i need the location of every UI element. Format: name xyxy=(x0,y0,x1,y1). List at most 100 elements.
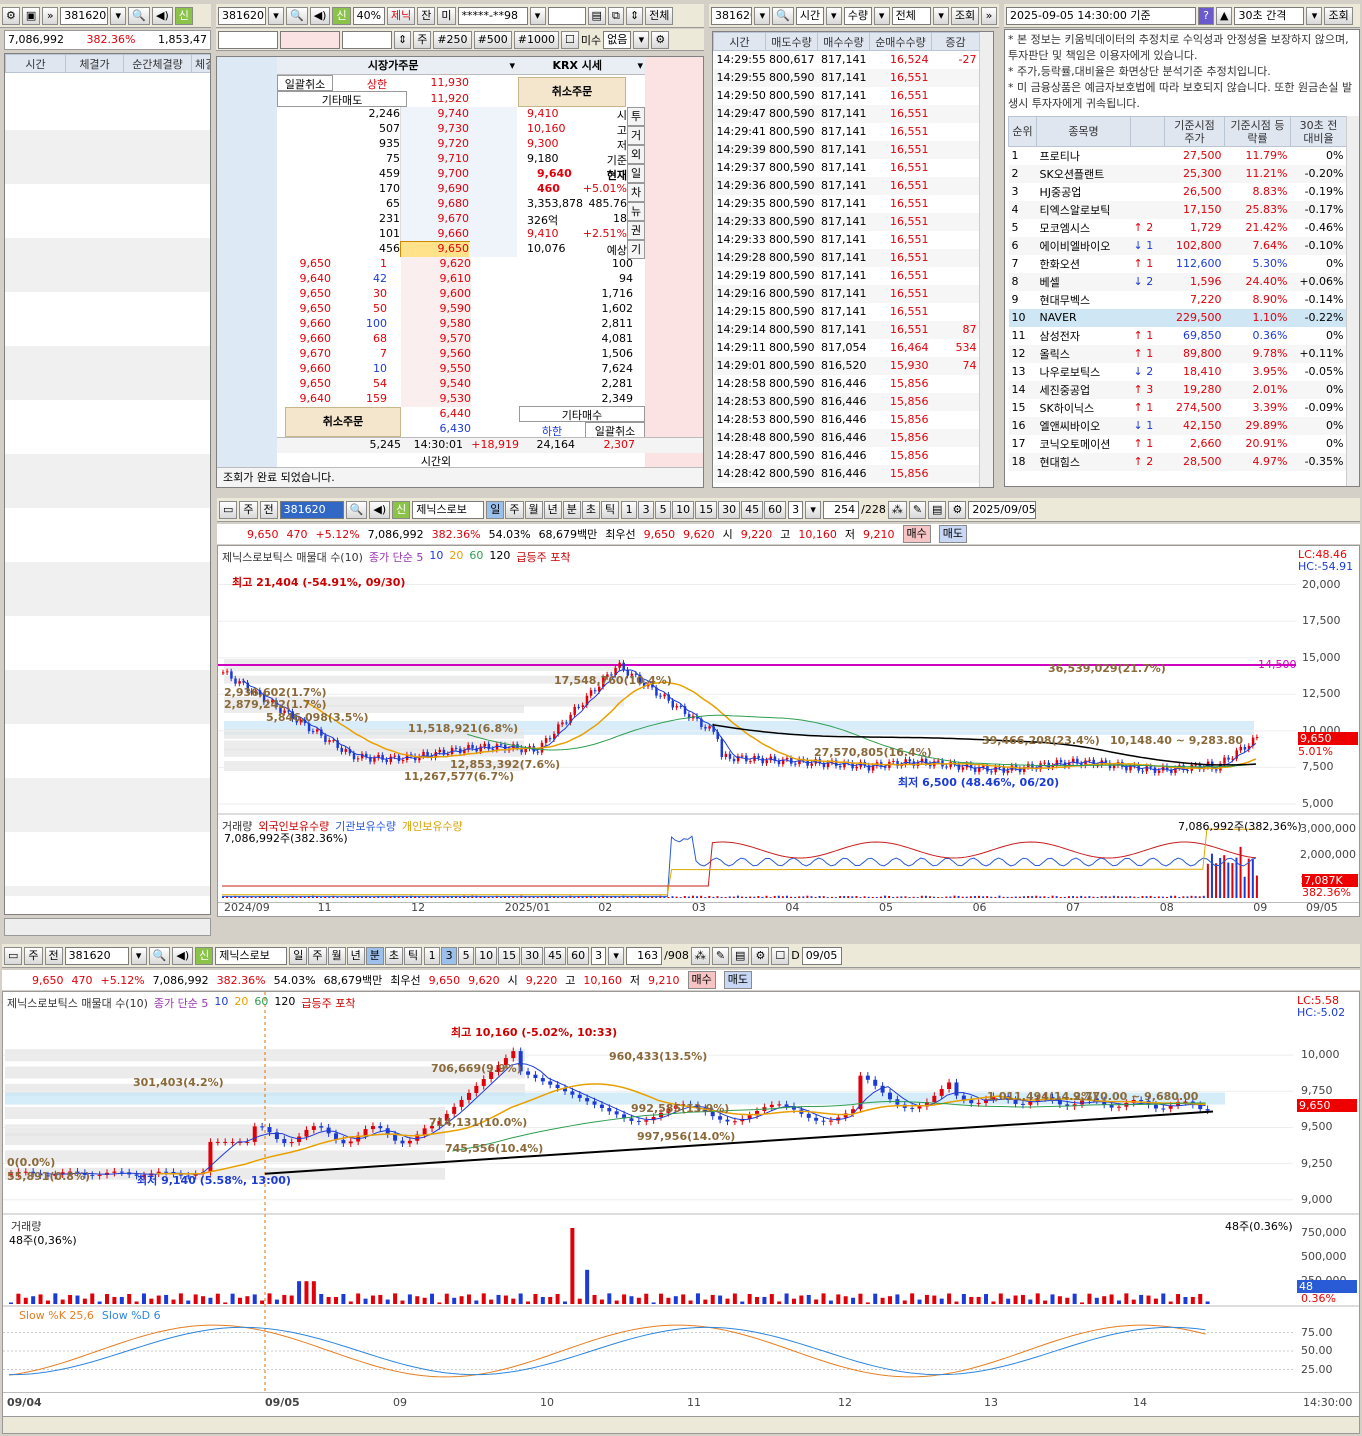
side-tab[interactable]: 일 xyxy=(627,164,645,183)
table-row[interactable]: 5 모코엠시스 ↑ 2 1,729 21.42% -0.46% xyxy=(1009,219,1347,237)
period-button[interactable]: 30 xyxy=(718,501,740,519)
balance-button[interactable]: 잔 xyxy=(417,7,435,25)
dropdown-icon[interactable]: ▾ xyxy=(826,7,842,25)
table-row[interactable]: 12 올릭스 ↑ 1 89,800 9.78% +0.11% xyxy=(1009,345,1347,363)
period-button[interactable]: 3 xyxy=(441,947,457,965)
table-row[interactable]: 14 세진중공업 ↑ 3 19,280 2.01% 0% xyxy=(1009,381,1347,399)
bid-price[interactable]: 9,560 xyxy=(401,347,471,362)
help-icon[interactable]: ? xyxy=(1198,7,1214,25)
dropdown-icon[interactable]: ▾ xyxy=(268,7,284,25)
legend-m20[interactable]: 20 xyxy=(234,995,248,1011)
period-button[interactable]: 일 xyxy=(289,947,307,965)
trades-vscrollbar[interactable] xyxy=(979,32,993,487)
period-button[interactable]: 초 xyxy=(385,947,403,965)
rank-col[interactable]: 30초 전 대비율 xyxy=(1291,117,1347,147)
period-button[interactable]: 월 xyxy=(525,501,543,519)
qty-input[interactable] xyxy=(218,31,278,49)
rank-col[interactable]: 종목명 xyxy=(1037,117,1131,147)
bid-row[interactable]: 9,570 4,081 xyxy=(401,332,643,347)
chart2-scrollbar[interactable] xyxy=(3,1416,1360,1434)
bid-price[interactable]: 9,540 xyxy=(401,377,471,392)
updown-icon[interactable]: ⇕ xyxy=(626,7,643,25)
krx-header[interactable]: KRX 시세 ▾ xyxy=(517,57,645,75)
ask-row[interactable]: 170 9,690 xyxy=(277,182,517,197)
table-row[interactable]: 14:29:14 800,590 817,141 16,551 87 xyxy=(714,321,980,339)
search-icon[interactable]: 🔍 xyxy=(346,501,368,519)
side-tab[interactable]: 투 xyxy=(627,107,645,126)
table-row[interactable]: 14:29:35 800,590 817,141 16,551 xyxy=(714,195,980,213)
table-row[interactable]: 14:29:33 800,590 817,141 16,551 xyxy=(714,213,980,231)
ask-row[interactable]: 75 9,710 xyxy=(277,152,517,167)
chart2-code-input[interactable]: 381620 xyxy=(65,947,129,965)
left-hscrollbar[interactable] xyxy=(4,918,211,936)
tool-icon[interactable]: ⁂ xyxy=(691,947,710,965)
stock-toggle[interactable]: 주 xyxy=(24,947,42,965)
table-row[interactable]: 14:29:01 800,590 816,520 15,930 74 xyxy=(714,357,980,375)
trades-col[interactable]: 매수수량 xyxy=(818,33,870,51)
rank-col[interactable]: 기준시점 주가 xyxy=(1165,117,1225,147)
stepper-icon[interactable]: ⇕ xyxy=(394,31,411,49)
qty-1000-button[interactable]: #1000 xyxy=(514,31,559,49)
gear-icon[interactable]: ⚙ xyxy=(751,947,769,965)
up-icon[interactable]: ▲ xyxy=(1216,7,1232,25)
table-row[interactable]: 17 코닉오토메이션 ↑ 1 2,660 20.91% 0% xyxy=(1009,435,1347,453)
search-icon[interactable]: 🔍 xyxy=(772,7,793,25)
table-row[interactable]: 7 한화오션 ↑ 1 112,600 5.30% 0% xyxy=(1009,255,1347,273)
table-row[interactable]: 9 현대무벡스 7,220 8.90% -0.14% xyxy=(1009,291,1347,309)
datetime-field[interactable]: 2025-09-05 14:30:00 기준 xyxy=(1006,7,1196,25)
cancel-order-button[interactable]: 취소주문 xyxy=(518,77,626,107)
dropdown-icon[interactable]: ▾ xyxy=(933,7,949,25)
legend-ma[interactable]: 종가 단순 5 xyxy=(154,995,208,1011)
ask-price[interactable]: 9,710 xyxy=(401,152,469,167)
bid-row[interactable]: 9,620 100 xyxy=(401,257,643,272)
ask-order-column[interactable] xyxy=(217,57,277,488)
bid-row[interactable]: 9,550 7,624 xyxy=(401,362,643,377)
buy-button[interactable]: 매수 xyxy=(903,525,931,543)
bid-row[interactable]: 9,560 1,506 xyxy=(401,347,643,362)
sound-icon[interactable]: ◀) xyxy=(369,501,390,519)
chart2-count-input[interactable]: 163 xyxy=(626,947,662,965)
period-button[interactable]: 60 xyxy=(567,947,589,965)
dropdown-icon[interactable]: ▾ xyxy=(633,31,649,49)
table-row[interactable]: 14:28:42 800,590 816,446 15,856 xyxy=(714,465,980,483)
legend-surge[interactable]: 급등주 포착 xyxy=(516,549,570,565)
period-button[interactable]: 60 xyxy=(764,501,786,519)
legend-m20[interactable]: 20 xyxy=(449,549,463,565)
col-time[interactable]: 시간 xyxy=(6,55,66,73)
cancel-order-button-2[interactable]: 취소주문 xyxy=(285,407,401,437)
bid-price[interactable]: 9,570 xyxy=(401,332,471,347)
unsettled-checkbox[interactable]: ☐ xyxy=(561,31,579,49)
interval-select[interactable]: 30초 간격 xyxy=(1234,7,1304,25)
trades-col[interactable]: 매도수량 xyxy=(766,33,818,51)
table-row[interactable]: 14:29:16 800,590 817,141 16,551 xyxy=(714,285,980,303)
unfilled-button[interactable]: 미 xyxy=(437,7,455,25)
other-buy-button[interactable]: 기타매수 xyxy=(519,406,645,422)
expand-icon[interactable]: » xyxy=(42,7,58,25)
table-row[interactable]: 14:29:15 800,590 817,141 16,551 xyxy=(714,303,980,321)
table-row[interactable]: 14:29:19 800,590 817,141 16,551 xyxy=(714,267,980,285)
d-checkbox[interactable]: ☐ xyxy=(771,947,789,965)
trades-col[interactable]: 증감 xyxy=(932,33,980,51)
bid-row[interactable]: 9,530 2,349 xyxy=(401,392,643,407)
chart1-svg[interactable] xyxy=(218,546,1360,917)
side-tab[interactable]: 거 xyxy=(627,126,645,145)
search-icon[interactable]: 🔍 xyxy=(149,947,171,965)
dropdown-icon[interactable]: ▾ xyxy=(530,7,546,25)
bid-price[interactable]: 9,620 xyxy=(401,257,471,272)
stock-unit-button[interactable]: 주 xyxy=(413,31,431,49)
legend-m10[interactable]: 10 xyxy=(214,995,228,1011)
period-button[interactable]: 45 xyxy=(544,947,566,965)
stock-name-button[interactable]: 제닉 xyxy=(387,7,415,25)
legend-title[interactable]: 제닉스로보틱스 매물대 수(10) xyxy=(222,549,363,565)
table-row[interactable]: 14:29:47 800,590 817,141 16,551 xyxy=(714,105,980,123)
bid-price[interactable]: 9,600 xyxy=(401,287,471,302)
period-button[interactable]: 일 xyxy=(486,501,504,519)
chart2-name-field[interactable]: 제닉스로보 xyxy=(215,947,287,965)
rank-col[interactable]: 기준시점 등락률 xyxy=(1225,117,1291,147)
side-tab[interactable]: 차 xyxy=(627,183,645,202)
period-button[interactable]: 분 xyxy=(563,501,581,519)
ask-row[interactable]: 935 9,720 xyxy=(277,137,517,152)
expand-icon[interactable]: » xyxy=(981,7,997,25)
search-icon[interactable]: 🔍 xyxy=(128,7,150,25)
ask-row[interactable]: 2,246 9,740 xyxy=(277,107,517,122)
